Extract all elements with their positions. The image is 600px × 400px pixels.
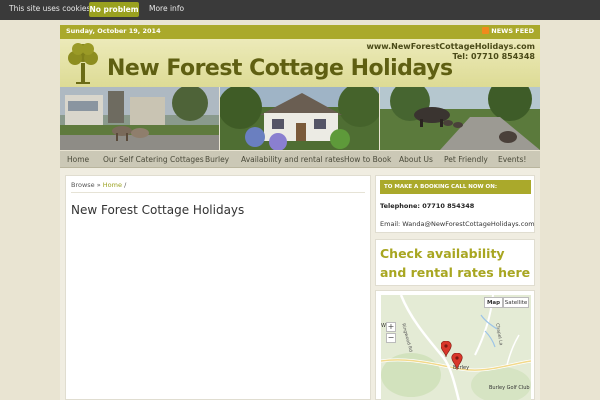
village-donkeys-photo xyxy=(60,87,219,150)
map-marker-icon-2[interactable] xyxy=(451,353,463,371)
nav-item-cottages[interactable]: Our Self Catering Cottages xyxy=(103,155,204,164)
breadcrumb-home-link[interactable]: Home xyxy=(103,181,122,189)
cookie-more-info-link[interactable]: More info xyxy=(149,4,184,13)
cookie-bar: This site uses cookies No problem More i… xyxy=(0,0,600,20)
tree-logo-icon xyxy=(68,43,98,84)
map-golf-label: Burley Golf Club xyxy=(489,385,530,391)
map-zoom-in-button[interactable]: + xyxy=(386,322,396,332)
site-header: www.NewForestCottageHolidays.com Tel: 07… xyxy=(60,39,540,87)
map-type-map-button[interactable]: Map xyxy=(484,297,503,308)
site-telephone: Tel: 07710 854348 xyxy=(452,52,535,61)
breadcrumb-separator: / xyxy=(124,181,127,189)
booking-widget: TO MAKE A BOOKING CALL NOW ON: Telephone… xyxy=(375,175,535,233)
photo-banner xyxy=(60,87,540,150)
map-edge-label: W xyxy=(381,323,386,329)
breadcrumb: Browse » Home / xyxy=(71,181,126,189)
map-zoom-out-button[interactable]: − xyxy=(386,333,396,343)
map-type-satellite-button[interactable]: Satellite xyxy=(503,297,529,308)
nav-item-events[interactable]: Events! xyxy=(498,155,526,164)
news-feed-label: NEWS FEED xyxy=(491,27,534,35)
breadcrumb-divider xyxy=(71,192,365,193)
check-availability-link[interactable]: Check availability and rental rates here xyxy=(380,244,534,282)
nav-item-how-to-book[interactable]: How to Book xyxy=(344,155,391,164)
main-navigation: Home Our Self Catering Cottages Burley A… xyxy=(60,151,540,168)
current-date: Sunday, October 19, 2014 xyxy=(66,27,161,35)
rss-icon xyxy=(482,27,490,34)
content-panel: Browse » Home / New Forest Cottage Holid… xyxy=(65,175,371,400)
cookie-accept-button[interactable]: No problem xyxy=(89,2,139,17)
nav-item-about-us[interactable]: About Us xyxy=(399,155,433,164)
location-map[interactable]: Map Satellite + − W Ringwood Rd Chapel L… xyxy=(381,295,531,400)
nav-item-availability[interactable]: Availability and rental rates xyxy=(241,155,344,164)
nav-item-burley[interactable]: Burley xyxy=(205,155,229,164)
site-title[interactable]: New Forest Cottage Holidays xyxy=(107,56,453,81)
cookie-message: This site uses cookies xyxy=(9,4,91,13)
booking-heading: TO MAKE A BOOKING CALL NOW ON: xyxy=(380,180,531,194)
map-widget: Map Satellite + − W Ringwood Rd Chapel L… xyxy=(375,290,535,400)
cottage-garden-photo xyxy=(220,87,379,150)
nav-item-home[interactable]: Home xyxy=(67,155,89,164)
booking-telephone: Telephone: 07710 854348 xyxy=(380,202,475,210)
news-feed-link[interactable]: NEWS FEED xyxy=(482,27,534,35)
nav-item-pet-friendly[interactable]: Pet Friendly xyxy=(444,155,488,164)
booking-email[interactable]: Email: Wanda@NewForestCottageHolidays.co… xyxy=(380,220,535,228)
top-strip: Sunday, October 19, 2014 NEWS FEED xyxy=(60,25,540,39)
forest-pigs-photo xyxy=(380,87,540,150)
check-availability-widget: Check availability and rental rates here xyxy=(375,239,535,286)
page-title: New Forest Cottage Holidays xyxy=(71,203,245,217)
breadcrumb-prefix: Browse » xyxy=(71,181,101,189)
site-url: www.NewForestCottageHolidays.com xyxy=(366,42,535,51)
